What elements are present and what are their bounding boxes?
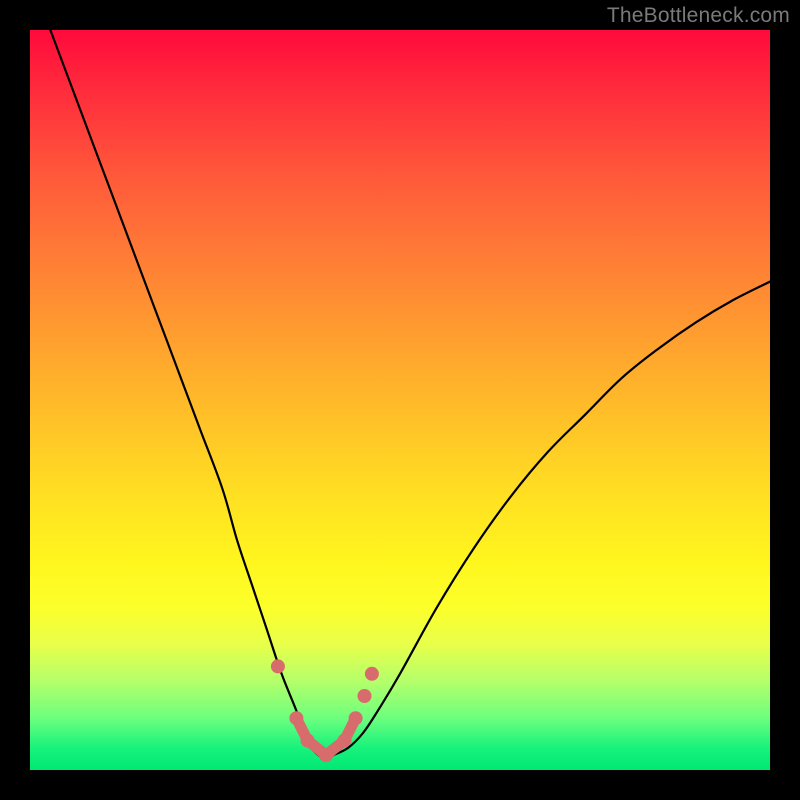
highlight-marker-dot xyxy=(289,711,303,725)
highlight-marker-dot xyxy=(338,733,352,747)
highlight-marker-dot xyxy=(271,659,285,673)
watermark-text: TheBottleneck.com xyxy=(607,4,790,28)
highlight-marker-group xyxy=(271,659,379,762)
bottleneck-curve xyxy=(45,30,770,759)
bottleneck-curve-svg xyxy=(30,30,770,770)
highlight-marker-dot xyxy=(301,733,315,747)
highlight-marker-dot xyxy=(365,667,379,681)
highlight-marker-dot xyxy=(319,748,333,762)
highlight-marker-dot xyxy=(349,711,363,725)
chart-frame: TheBottleneck.com xyxy=(0,0,800,800)
plot-area xyxy=(30,30,770,770)
highlight-marker-dot xyxy=(357,689,371,703)
